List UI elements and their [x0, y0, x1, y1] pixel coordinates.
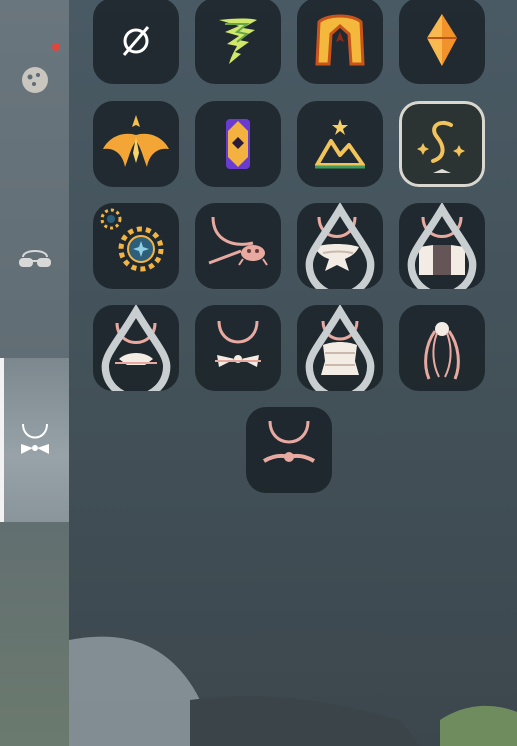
item-slot-necklace-pearl[interactable]: [399, 305, 485, 391]
item-slot-purple-lantern[interactable]: [195, 101, 281, 187]
item-slot-necklace-wrap[interactable]: [297, 305, 383, 391]
tab-mask[interactable]: [0, 40, 69, 120]
item-slot-necklace-ribbon[interactable]: [246, 407, 332, 493]
item-slot-necklace-cape[interactable]: [399, 203, 485, 289]
item-slot-necklace-crab[interactable]: [195, 203, 281, 289]
item-slot-golden-wings[interactable]: [93, 101, 179, 187]
item-slot-necklace-shell[interactable]: [93, 305, 179, 391]
item-slot-necklace-scarf[interactable]: [297, 203, 383, 289]
droplet-icon: [101, 305, 171, 391]
golden-arch-spell-icon: [315, 14, 365, 66]
necklace-crab-icon: [208, 216, 268, 266]
item-slot-sun-gear[interactable]: [93, 203, 179, 289]
necklace-bow-icon: [215, 320, 261, 367]
tornado-spell-icon: [219, 18, 257, 64]
purple-lantern-spell-icon: [226, 119, 250, 169]
necklace-bow-icon: [20, 423, 49, 454]
category-sidebar: [0, 0, 69, 746]
droplet-icon: [305, 305, 375, 391]
necklace-pearl-icon: [424, 322, 460, 380]
mask-icon: [21, 67, 48, 93]
glasses-icon: [18, 250, 51, 267]
item-slot-none[interactable]: [93, 0, 179, 84]
necklace-ribbon-icon: [262, 420, 316, 463]
orange-crystal-spell-icon: [427, 14, 457, 66]
item-slot-necklace-bow[interactable]: [195, 305, 281, 391]
sparkle-swirl-spell-icon: [417, 120, 465, 173]
item-slot-golden-arch[interactable]: [297, 0, 383, 84]
item-slot-sparkle-swirl[interactable]: [399, 101, 485, 187]
droplet-icon: [305, 203, 375, 289]
none-icon: [122, 26, 150, 56]
tab-accessory[interactable]: [0, 220, 69, 300]
notification-dot: [52, 43, 60, 51]
golden-wings-spell-icon: [103, 115, 169, 167]
tab-neck[interactable]: [0, 358, 69, 522]
item-slot-tornado[interactable]: [195, 0, 281, 84]
droplet-icon: [407, 203, 477, 289]
item-slot-orange-crystal[interactable]: [399, 0, 485, 84]
mountain-star-spell-icon: [315, 119, 365, 169]
item-slot-mountain-star[interactable]: [297, 101, 383, 187]
sun-gear-spell-icon: [100, 208, 164, 272]
